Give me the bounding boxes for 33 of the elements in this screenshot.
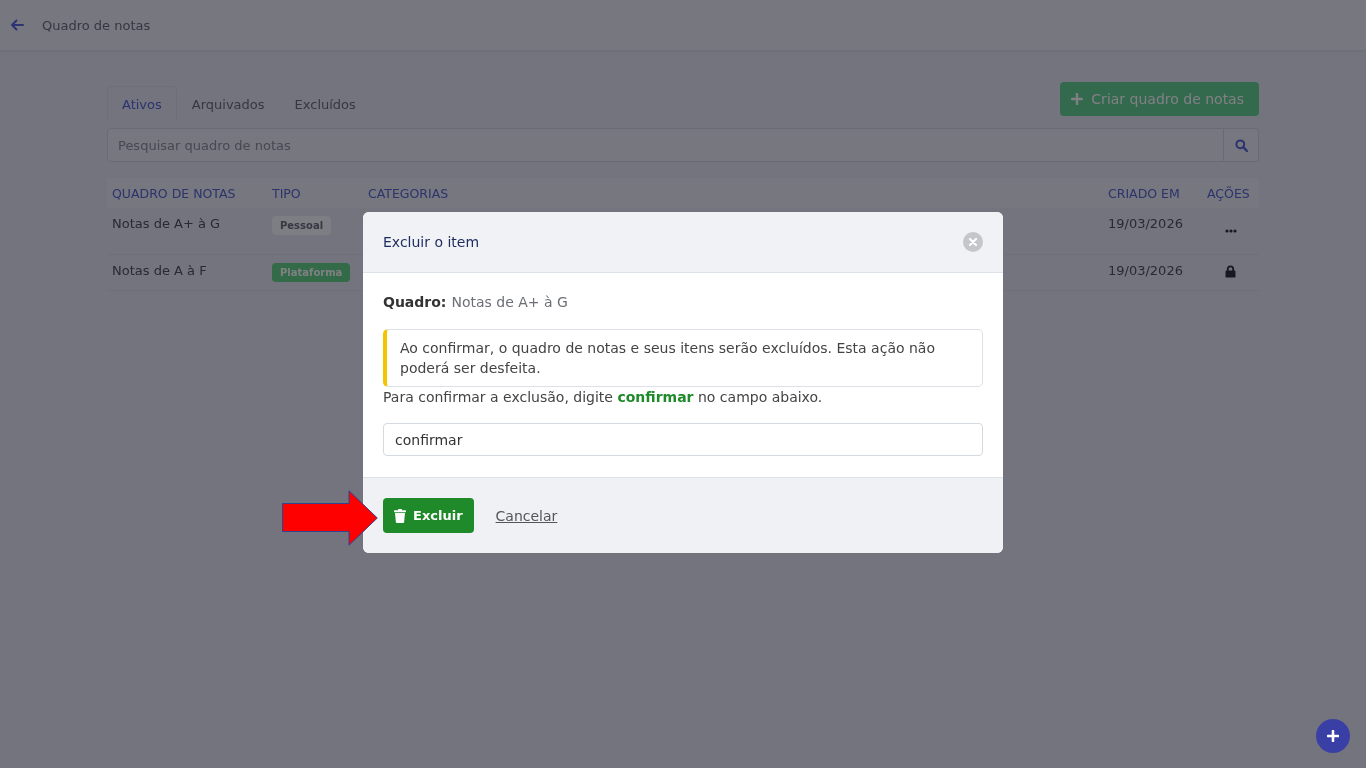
delete-button[interactable]: Excluir [383,498,474,533]
table-cell: Notas de A+ à G [112,216,221,231]
column-header: QUADRO DE NOTAS [111,185,237,201]
create-board-button[interactable]: Criar quadro de notas [1060,82,1259,116]
close-icon[interactable] [963,232,983,252]
table-cell: Notas de A à F [112,263,207,278]
more-options-icon[interactable] [1224,229,1237,233]
confirm-input[interactable]: confirmar [383,423,983,456]
type-badge: Plataforma [272,263,351,282]
instruction-text: Para confirmar a exclusão, digite confirmar no campo abaixo. [383,388,824,407]
warning-message: Ao confirmar, o quadro de notas e seus itens serão excluídos. Esta ação não poderá ser desfeita. [383,329,983,387]
column-header: CRIADO EM [1107,185,1181,201]
back-arrow-icon[interactable] [10,19,24,31]
trash-icon [394,508,406,523]
plus-icon [1071,93,1084,105]
type-badge: Pessoal [272,216,332,235]
field-label: Quadro: [383,293,447,312]
table-cell: 19/03/2026 [1108,216,1183,231]
plus-icon [1327,730,1339,742]
add-button[interactable] [1316,719,1350,753]
tab[interactable]: Excluídos [279,86,371,122]
column-header: CATEGORIAS [367,185,450,201]
search-button[interactable] [1224,128,1259,162]
tab[interactable]: Arquivados [176,86,280,122]
board-name: Notas de A+ à G [451,293,568,312]
tab[interactable]: Ativos [107,86,177,122]
column-header: TIPO [271,185,302,201]
table-cell: 19/03/2026 [1108,263,1183,278]
dialog-title: Excluir o item [383,234,480,250]
search-icon [1234,138,1248,152]
column-header: AÇÕES [1206,185,1251,201]
cancel-link[interactable]: Cancelar [495,507,558,524]
page-title: Quadro de notas [42,17,151,33]
